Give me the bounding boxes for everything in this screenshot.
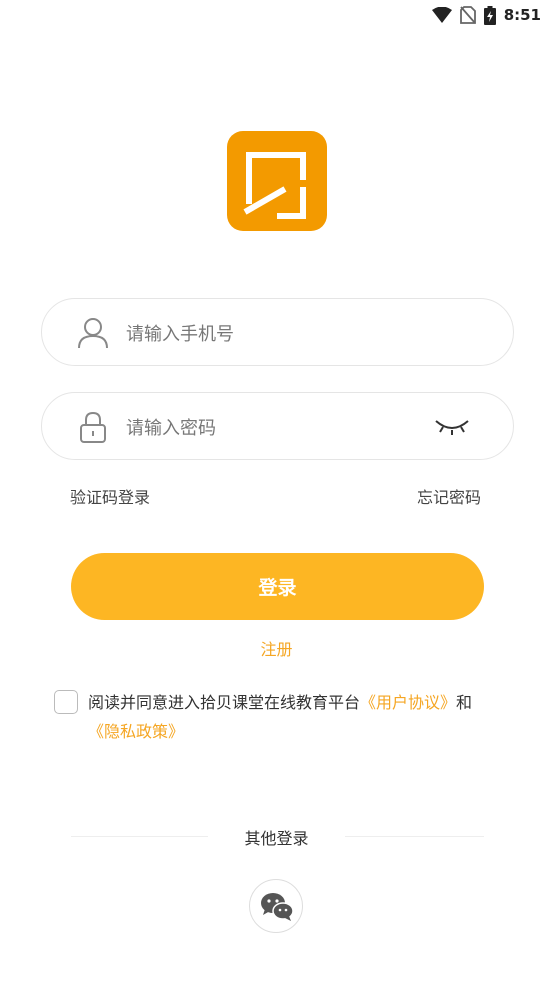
app-logo — [227, 131, 327, 231]
password-field[interactable] — [41, 392, 514, 460]
wechat-login-button[interactable] — [249, 879, 303, 933]
register-link[interactable]: 注册 — [0, 636, 553, 660]
user-icon — [78, 318, 108, 349]
wechat-icon — [261, 893, 294, 921]
app-logo-icon — [243, 152, 306, 219]
phone-field[interactable] — [41, 298, 514, 366]
no-sim-icon — [459, 6, 476, 24]
agreement-conjunction: 和 — [456, 693, 473, 712]
wifi-icon — [431, 7, 452, 23]
login-button[interactable]: 登录 — [71, 553, 484, 620]
agreement-text: 阅读并同意进入拾贝课堂在线教育平台《用户协议》和《隐私政策》 — [88, 688, 508, 746]
agreement-checkbox[interactable] — [54, 690, 78, 714]
sms-login-link[interactable]: 验证码登录 — [70, 484, 150, 508]
status-bar: 8:51 — [0, 0, 553, 30]
agreement-prefix: 阅读并同意进入拾贝课堂在线教育平台 — [88, 693, 361, 712]
forgot-password-link[interactable]: 忘记密码 — [417, 484, 481, 508]
status-icons: 8:51 — [431, 5, 541, 25]
battery-charging-icon — [483, 5, 496, 25]
lock-icon — [80, 411, 106, 443]
other-login-label: 其他登录 — [244, 829, 309, 848]
privacy-policy-link[interactable]: 《隐私政策》 — [88, 722, 184, 741]
eye-closed-icon[interactable] — [434, 415, 470, 437]
password-input[interactable] — [124, 407, 418, 449]
phone-input[interactable] — [124, 313, 428, 355]
user-agreement-link[interactable]: 《用户协议》 — [360, 693, 456, 712]
status-time: 8:51 — [503, 6, 541, 24]
